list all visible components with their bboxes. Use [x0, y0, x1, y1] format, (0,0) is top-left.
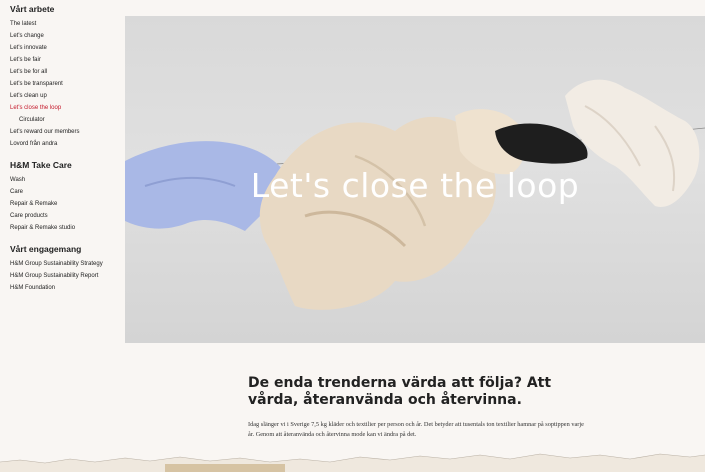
- nav-item-lets-close-the-loop[interactable]: Let's close the loop: [10, 102, 118, 114]
- nav-item-repair-remake-studio[interactable]: Repair & Remake studio: [10, 222, 118, 234]
- section-title-vart-arbete: Vårt arbete: [10, 4, 55, 14]
- hero-title: Let's close the loop: [250, 166, 580, 205]
- content-body: Idag slänger vi i Sverige 7,5 kg kläder …: [248, 421, 584, 438]
- nav-item-lets-be-transparent[interactable]: Let's be transparent: [10, 78, 118, 90]
- section-title-engagemang: Vårt engagemang: [10, 244, 82, 254]
- nav-item-wash[interactable]: Wash: [10, 174, 118, 186]
- content-headline: De enda trenderna värda att följa? Att v…: [248, 375, 552, 408]
- nav-item-sustainability-report[interactable]: H&M Group Sustainability Report: [10, 270, 118, 282]
- section-title-take-care: H&M Take Care: [10, 160, 72, 170]
- nav-item-care-products[interactable]: Care products: [10, 210, 118, 222]
- nav-item-circulator[interactable]: Circulator: [10, 114, 118, 126]
- hero-banner: Let's close the loop: [125, 16, 705, 343]
- nav-item-hm-foundation[interactable]: H&M Foundation: [10, 282, 118, 294]
- nav-item-care[interactable]: Care: [10, 186, 118, 198]
- main-content: De enda trenderna värda att följa? Att v…: [248, 375, 588, 440]
- sidebar-nav: Vårt arbete The latest Let's change Let'…: [10, 4, 118, 294]
- nav-item-repair-remake[interactable]: Repair & Remake: [10, 198, 118, 210]
- torn-paper-divider: [0, 453, 705, 472]
- nav-item-lets-clean-up[interactable]: Let's clean up: [10, 90, 118, 102]
- nav-item-lets-be-for-all[interactable]: Let's be for all: [10, 66, 118, 78]
- nav-item-lets-be-fair[interactable]: Let's be fair: [10, 54, 118, 66]
- nav-item-lets-change[interactable]: Let's change: [10, 30, 118, 42]
- nav-item-lets-innovate[interactable]: Let's innovate: [10, 42, 118, 54]
- nav-item-the-latest[interactable]: The latest: [10, 18, 118, 30]
- nav-item-lets-reward-our-members[interactable]: Let's reward our members: [10, 126, 118, 138]
- nav-item-sustainability-strategy[interactable]: H&M Group Sustainability Strategy: [10, 258, 118, 270]
- nav-item-lovord-fran-andra[interactable]: Lovord från andra: [10, 138, 118, 150]
